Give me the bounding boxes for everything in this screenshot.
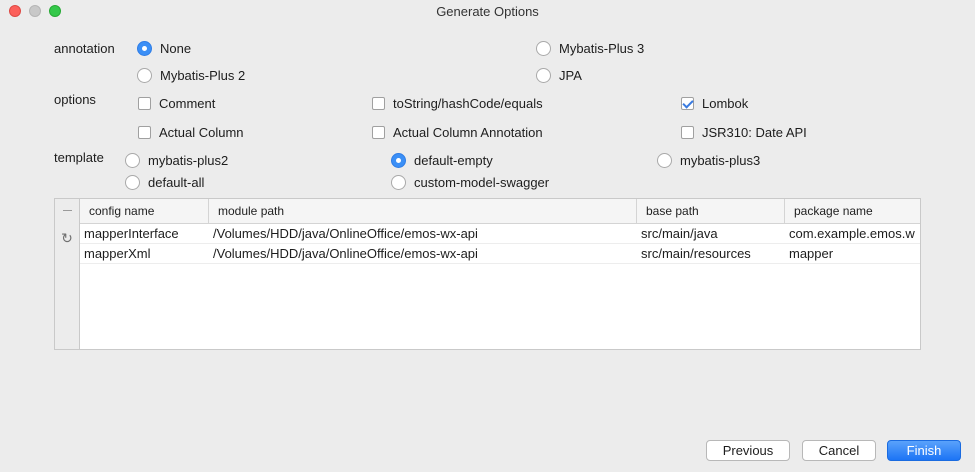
option-jsr310-date-api[interactable]: JSR310: Date API: [681, 123, 807, 141]
template-option-mybatis-plus3[interactable]: mybatis-plus3: [657, 151, 760, 169]
annotation-option-none[interactable]: None: [137, 39, 191, 57]
template-option-default-all[interactable]: default-all: [125, 173, 204, 191]
radio-icon[interactable]: [125, 152, 140, 168]
option-actual-column[interactable]: Actual Column: [138, 123, 244, 141]
cell-base-path[interactable]: src/main/java: [637, 224, 785, 244]
table-row[interactable]: mapperXml /Volumes/HDD/java/OnlineOffice…: [80, 244, 920, 264]
option-tostring-hashcode-equals[interactable]: toString/hashCode/equals: [372, 94, 543, 112]
cell-module-path[interactable]: /Volumes/HDD/java/OnlineOffice/emos-wx-a…: [209, 244, 637, 264]
option-comment[interactable]: Comment: [138, 94, 215, 112]
table-grid: config name module path base path packag…: [80, 199, 920, 349]
radio-selected-icon[interactable]: [137, 40, 152, 56]
title-bar: Generate Options: [0, 0, 975, 22]
previous-button[interactable]: Previous: [706, 440, 790, 461]
radio-icon[interactable]: [391, 174, 406, 190]
refresh-icon[interactable]: ↻: [60, 231, 74, 245]
annotation-option-mybatis-plus-3[interactable]: Mybatis-Plus 3: [536, 39, 644, 57]
table-header: config name module path base path packag…: [80, 199, 920, 224]
config-table: ↻ config name module path base path pack…: [54, 198, 921, 350]
finish-button[interactable]: Finish: [887, 440, 961, 461]
checkbox-checked-icon[interactable]: [681, 96, 694, 110]
radio-selected-icon[interactable]: [391, 152, 406, 168]
annotation-label: annotation: [54, 41, 115, 56]
checkbox-icon[interactable]: [138, 96, 151, 110]
cell-config-name[interactable]: mapperInterface: [80, 224, 209, 244]
options-label: options: [54, 92, 96, 107]
cancel-button[interactable]: Cancel: [802, 440, 876, 461]
radio-icon[interactable]: [137, 67, 152, 83]
template-option-custom-model-swagger[interactable]: custom-model-swagger: [391, 173, 549, 191]
cell-module-path[interactable]: /Volumes/HDD/java/OnlineOffice/emos-wx-a…: [209, 224, 637, 244]
radio-icon[interactable]: [657, 152, 672, 168]
option-actual-column-annotation[interactable]: Actual Column Annotation: [372, 123, 543, 141]
template-label: template: [54, 150, 104, 165]
radio-icon[interactable]: [536, 40, 551, 56]
template-option-mybatis-plus2[interactable]: mybatis-plus2: [125, 151, 228, 169]
cell-package-name[interactable]: com.example.emos.w: [785, 224, 920, 244]
column-header-module-path[interactable]: module path: [209, 199, 637, 224]
table-row[interactable]: mapperInterface /Volumes/HDD/java/Online…: [80, 224, 920, 244]
radio-icon[interactable]: [125, 174, 140, 190]
cell-config-name[interactable]: mapperXml: [80, 244, 209, 264]
annotation-option-mybatis-plus-2[interactable]: Mybatis-Plus 2: [137, 66, 245, 84]
cell-base-path[interactable]: src/main/resources: [637, 244, 785, 264]
minus-icon[interactable]: [63, 210, 72, 211]
radio-icon[interactable]: [536, 67, 551, 83]
checkbox-icon[interactable]: [372, 96, 385, 110]
checkbox-icon[interactable]: [372, 125, 385, 139]
window-title: Generate Options: [436, 4, 539, 19]
column-header-config-name[interactable]: config name: [80, 199, 209, 224]
template-option-default-empty[interactable]: default-empty: [391, 151, 493, 169]
option-lombok[interactable]: Lombok: [681, 94, 748, 112]
checkbox-icon[interactable]: [681, 125, 694, 139]
column-header-package-name[interactable]: package name: [785, 199, 920, 224]
column-header-base-path[interactable]: base path: [637, 199, 785, 224]
annotation-option-jpa[interactable]: JPA: [536, 66, 582, 84]
checkbox-icon[interactable]: [138, 125, 151, 139]
table-toolbar: ↻: [55, 199, 80, 349]
cell-package-name[interactable]: mapper: [785, 244, 920, 264]
